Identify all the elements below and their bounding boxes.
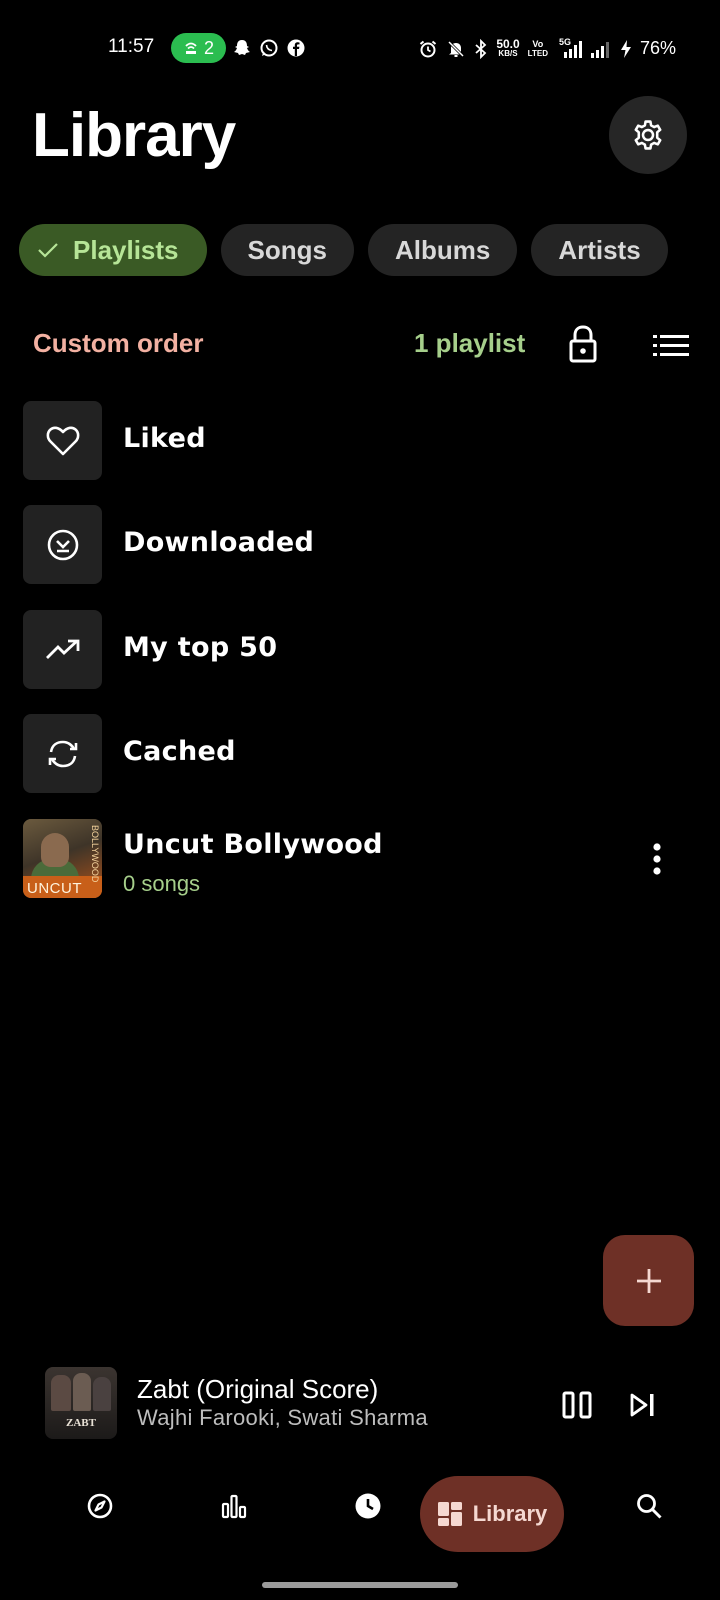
tab-songs[interactable]: Songs [220,224,354,276]
sync-icon [48,740,77,767]
cover-figure [93,1377,111,1411]
library-screen: 11:57 2 50.0 KB/S Vo LTED 5G 76% Library… [0,0,720,1600]
playlist-tile [23,401,102,480]
more-vertical-icon[interactable] [649,839,665,879]
tab-artists[interactable]: Artists [531,224,668,276]
bluetooth-icon [475,38,487,59]
skip-next-icon[interactable] [630,1391,656,1419]
cover-figure-face [41,833,69,867]
tab-albums-label: Albums [394,234,491,265]
snapchat-icon [234,40,250,55]
nav-library[interactable]: Library [420,1476,564,1552]
status-bar: 11:57 2 50.0 KB/S Vo LTED 5G 76% [0,30,720,66]
gear-icon [634,120,662,150]
playlist-cover-art: UNCUT BOLLYWOOD [23,819,102,898]
check-icon [38,243,58,258]
now-playing-title[interactable]: Zabt (Original Score) [137,1374,378,1405]
charts-icon [221,1494,247,1519]
hotspot-badge: 2 [171,33,226,63]
cover-title: UNCUT [27,880,82,897]
playlist-title: Downloaded [123,527,315,558]
playlist-item-uncut-bollywood[interactable]: UNCUT BOLLYWOOD Uncut Bollywood 0 songs [23,819,703,899]
signal-bars-icon [590,41,609,58]
heart-icon [46,425,79,455]
search-icon [637,1494,662,1519]
sort-order-button[interactable]: Custom order [33,328,203,359]
whatsapp-icon [260,39,278,57]
list-view-icon[interactable] [653,332,689,360]
tab-albums[interactable]: Albums [367,224,518,276]
nav-history[interactable] [350,1488,386,1524]
playlist-item-liked[interactable]: Liked [23,401,703,481]
trending-up-icon [45,639,79,659]
playlist-item-top50[interactable]: My top 50 [23,610,703,690]
volte-bottom: LTED [527,48,548,58]
library-icon [437,1502,462,1526]
alarm-icon [420,40,437,57]
battery-percent: 76% [639,38,676,58]
cover-figure [73,1373,91,1411]
playlist-title: Liked [123,423,206,454]
mute-bell-icon [448,40,465,57]
plus-icon [636,1268,661,1293]
download-check-icon [47,529,78,560]
nav-charts[interactable] [216,1488,252,1524]
tab-playlists-label: Playlists [73,234,179,265]
net-speed-unit: KB/S [498,48,518,58]
status-time: 11:57 [108,36,155,57]
add-playlist-button[interactable] [603,1235,694,1326]
playlist-tile [23,714,102,793]
explore-icon [87,1493,113,1519]
tab-playlists[interactable]: Playlists [19,224,207,276]
hotspot-count: 2 [203,37,214,58]
volte-top: Vo [532,38,544,49]
lock-icon[interactable] [565,324,601,364]
playlist-song-count: 0 songs [123,871,201,896]
cover-subtitle: BOLLYWOOD [90,825,100,883]
now-playing-artist[interactable]: Wajhi Farooki, Swati Sharma [137,1405,428,1431]
playlist-tile [23,610,102,689]
nav-library-label: Library [472,1501,548,1526]
home-indicator[interactable] [262,1582,458,1588]
status-right-group: 50.0 KB/S Vo LTED 5G 76% [418,36,676,59]
tab-songs-label: Songs [247,234,327,265]
playlist-item-cached[interactable]: Cached [23,714,703,794]
facebook-icon [287,39,305,57]
pause-icon[interactable] [562,1391,592,1419]
nav-explore[interactable] [82,1488,118,1524]
playlist-item-downloaded[interactable]: Downloaded [23,505,703,585]
now-playing-cover-title: ZABT [66,1417,96,1429]
nav-search[interactable] [631,1488,667,1524]
volte-indicator: Vo LTED [528,39,548,59]
net-speed: 50.0 KB/S [496,36,520,59]
hotspot-icon [185,42,197,54]
playlist-title: Cached [123,736,236,767]
playlist-title: Uncut Bollywood [123,829,383,860]
playlist-title: My top 50 [123,632,278,663]
tab-artists-label: Artists [558,234,641,265]
playlist-tile [23,505,102,584]
filter-tabs: Playlists Songs Albums Artists [19,224,668,276]
now-playing-cover[interactable]: ZABT [45,1367,117,1439]
history-icon [355,1493,381,1519]
signal-5g: 5G [556,37,582,59]
page-title: Library [32,101,236,170]
settings-button[interactable] [609,96,687,174]
charging-icon [620,39,631,58]
net-speed-value: 50.0 [496,36,520,51]
cover-figure [51,1375,71,1411]
playlist-count: 1 playlist [414,328,526,358]
signal-bars-5g-icon [563,40,582,58]
playlist-cover: UNCUT BOLLYWOOD [23,819,102,898]
